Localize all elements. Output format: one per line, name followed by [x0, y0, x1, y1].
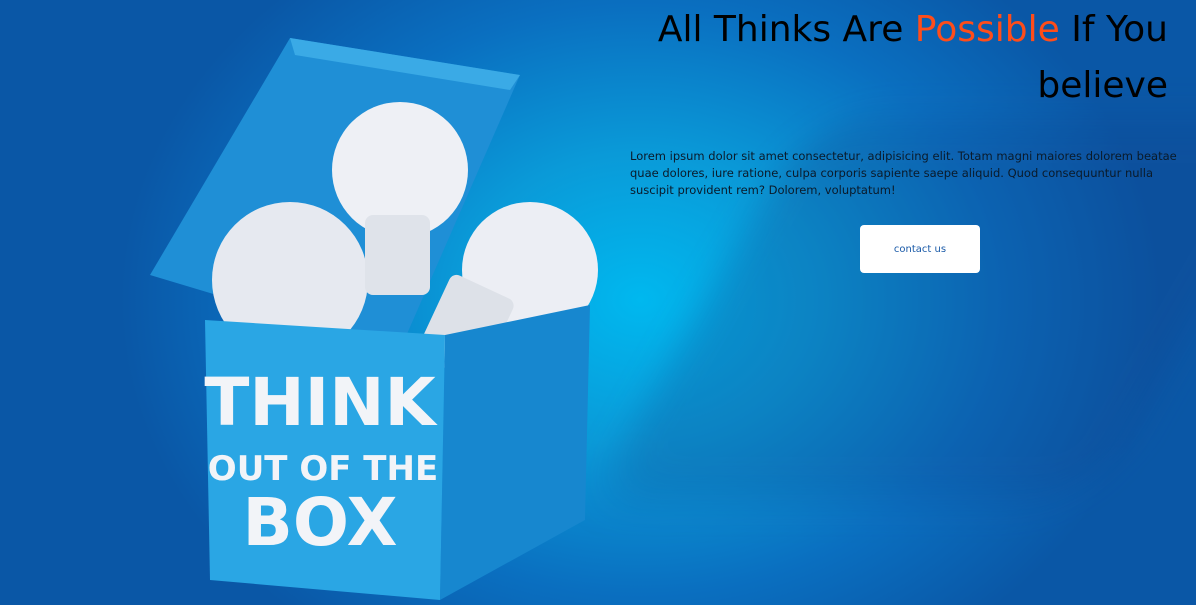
box-text-think: THINK [204, 364, 438, 441]
think-out-of-the-box-image: THINK OUT OF THE BOX [150, 38, 598, 600]
box-text-out-of-the: OUT OF THE [208, 449, 438, 489]
hero-content: All Thinks Are Possible If You believe L… [630, 0, 1190, 273]
hero-title: All Thinks Are Possible If You believe [630, 0, 1190, 114]
hero-description: Lorem ipsum dolor sit amet consectetur, … [630, 149, 1177, 197]
title-text: All Thinks Are [657, 9, 915, 50]
title-accent: Possible [914, 9, 1060, 50]
box-text-box: BOX [243, 484, 398, 561]
contact-us-button[interactable]: contact us [860, 225, 980, 273]
